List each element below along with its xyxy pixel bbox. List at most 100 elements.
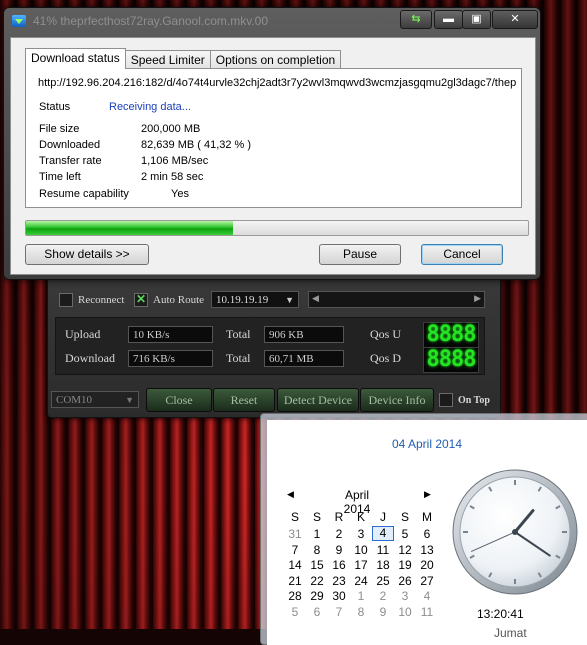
calendar-day[interactable]: 4 — [416, 589, 438, 603]
weekday-header: S — [400, 510, 409, 524]
analog-clock — [452, 469, 578, 595]
calendar-day[interactable]: 25 — [372, 574, 394, 588]
calendar-day[interactable]: 5 — [284, 605, 306, 619]
calendar-day[interactable]: 10 — [350, 543, 372, 557]
scroll-right-icon[interactable]: ▶ — [474, 293, 481, 304]
calendar-day[interactable]: 13 — [416, 543, 438, 557]
calendar-day[interactable]: 11 — [416, 605, 438, 619]
calendar-day[interactable]: 7 — [284, 543, 306, 557]
clock-calendar-flyout: 04 April 2014 ◀ April 2014 ▶ S S R K J S M 31 1 2… — [260, 413, 587, 645]
auto-route-label: Auto Route — [153, 294, 205, 306]
download-label: Download — [65, 351, 115, 365]
traffic-panel: Upload 10 KB/s Total 906 KB Qos U 8888 D… — [55, 317, 485, 375]
chevron-down-icon[interactable]: ▼ — [125, 392, 134, 409]
title-bar[interactable]: 41% theprfecthost72ray.Ganool.com.mkv.00… — [4, 8, 540, 34]
reset-button[interactable]: Reset — [213, 388, 275, 412]
tab-speed-limiter[interactable]: Speed Limiter — [124, 50, 211, 69]
calendar-day[interactable]: 14 — [284, 558, 306, 572]
status-label: Status — [39, 101, 71, 113]
calendar-day[interactable]: 3 — [350, 527, 372, 541]
calendar-day[interactable]: 15 — [306, 558, 328, 572]
file-size-label: File size — [39, 123, 80, 135]
calendar-day[interactable]: 6 — [416, 527, 438, 541]
calendar-day[interactable]: 10 — [394, 605, 416, 619]
reconnect-checkbox-row[interactable]: Reconnect — [59, 293, 124, 307]
tab-download-status[interactable]: Download status — [25, 48, 126, 69]
pause-button[interactable]: Pause — [319, 244, 401, 265]
download-status-dialog: 41% theprfecthost72ray.Ganool.com.mkv.00… — [3, 7, 541, 280]
calendar-day[interactable]: 1 — [306, 527, 328, 541]
restore-arrows-icon[interactable]: ⇆ — [400, 10, 432, 29]
calendar-day[interactable]: 26 — [394, 574, 416, 588]
calendar-day-today[interactable]: 4 — [372, 526, 394, 541]
window-title: 41% theprfecthost72ray.Ganool.com.mkv.00 — [33, 14, 269, 28]
horizontal-scrollbar[interactable]: ◀ ▶ — [308, 291, 485, 308]
port-select[interactable]: COM10 ▼ — [51, 391, 139, 408]
ip-select[interactable]: 10.19.19.19 ▼ — [211, 291, 299, 308]
calendar-day[interactable]: 20 — [416, 558, 438, 572]
on-top-label: On Top — [458, 394, 490, 406]
calendar-day[interactable]: 2 — [372, 589, 394, 603]
calendar-day[interactable]: 7 — [328, 605, 350, 619]
on-top-checkbox-row[interactable]: On Top — [439, 393, 490, 407]
calendar-day[interactable]: 27 — [416, 574, 438, 588]
calendar-day[interactable]: 19 — [394, 558, 416, 572]
calendar-day[interactable]: 8 — [350, 605, 372, 619]
calendar-day[interactable]: 2 — [328, 527, 350, 541]
show-details-button[interactable]: Show details >> — [25, 244, 149, 265]
close-window-button[interactable]: ✕ — [492, 10, 538, 29]
calendar-day[interactable]: 3 — [394, 589, 416, 603]
calendar-day[interactable]: 16 — [328, 558, 350, 572]
reconnect-label: Reconnect — [78, 294, 125, 306]
next-month-icon[interactable]: ▶ — [424, 489, 431, 500]
calendar-day[interactable]: 22 — [306, 574, 328, 588]
upload-total-label: Total — [226, 327, 251, 341]
scroll-left-icon[interactable]: ◀ — [312, 293, 319, 304]
prev-month-icon[interactable]: ◀ — [287, 489, 294, 500]
resume-capability-label: Resume capability — [39, 188, 129, 200]
calendar-day[interactable]: 8 — [306, 543, 328, 557]
long-date-row: 04 April 2014 — [267, 437, 587, 451]
calendar-day[interactable]: 21 — [284, 574, 306, 588]
calendar-day[interactable]: 18 — [372, 558, 394, 572]
reconnect-checkbox[interactable] — [59, 293, 73, 307]
upload-total-value: 906 KB — [264, 326, 344, 343]
calendar-day[interactable]: 28 — [284, 589, 306, 603]
download-total-label: Total — [226, 351, 251, 365]
calendar-day[interactable]: 23 — [328, 574, 350, 588]
auto-route-checkbox-row[interactable]: Auto Route — [134, 292, 205, 307]
status-value: Receiving data... — [109, 101, 191, 113]
calendar-day[interactable]: 5 — [394, 527, 416, 541]
long-date-link[interactable]: 04 April 2014 — [392, 437, 462, 451]
tab-options-on-completion[interactable]: Options on completion — [209, 50, 342, 69]
calendar-day[interactable]: 12 — [394, 543, 416, 557]
time-left-label: Time left — [39, 171, 81, 183]
qos-u-label: Qos U — [370, 327, 402, 341]
calendar-day[interactable]: 11 — [372, 543, 394, 557]
chevron-down-icon[interactable]: ▼ — [285, 292, 294, 309]
calendar-day[interactable]: 9 — [372, 605, 394, 619]
download-progress-bar — [25, 220, 529, 236]
cancel-button[interactable]: Cancel — [421, 244, 503, 265]
calendar-day[interactable]: 29 — [306, 589, 328, 603]
resume-capability-value: Yes — [171, 188, 189, 200]
detect-device-button[interactable]: Detect Device — [277, 388, 359, 412]
close-button[interactable]: Close — [146, 388, 212, 412]
calendar-day[interactable]: 1 — [350, 589, 372, 603]
calendar-day[interactable]: 30 — [328, 589, 350, 603]
on-top-checkbox[interactable] — [439, 393, 453, 407]
download-url: http://192.96.204.216:182/d/4o74t4urvle3… — [38, 77, 516, 89]
calendar-day[interactable]: 31 — [284, 527, 306, 541]
minimize-button[interactable]: ▬ — [434, 10, 463, 29]
calendar-day[interactable]: 9 — [328, 543, 350, 557]
qos-u-display: 8888 — [423, 322, 479, 348]
device-info-button[interactable]: Device Info — [360, 388, 434, 412]
auto-route-checkbox[interactable] — [134, 292, 148, 307]
upload-label: Upload — [65, 327, 101, 341]
calendar-day[interactable]: 24 — [350, 574, 372, 588]
tab-strip: Download status Speed Limiter Options on… — [25, 48, 342, 69]
dialog-client-area: Download status Speed Limiter Options on… — [10, 37, 536, 275]
maximize-button[interactable]: ▣ — [462, 10, 491, 29]
calendar-day[interactable]: 17 — [350, 558, 372, 572]
calendar-day[interactable]: 6 — [306, 605, 328, 619]
